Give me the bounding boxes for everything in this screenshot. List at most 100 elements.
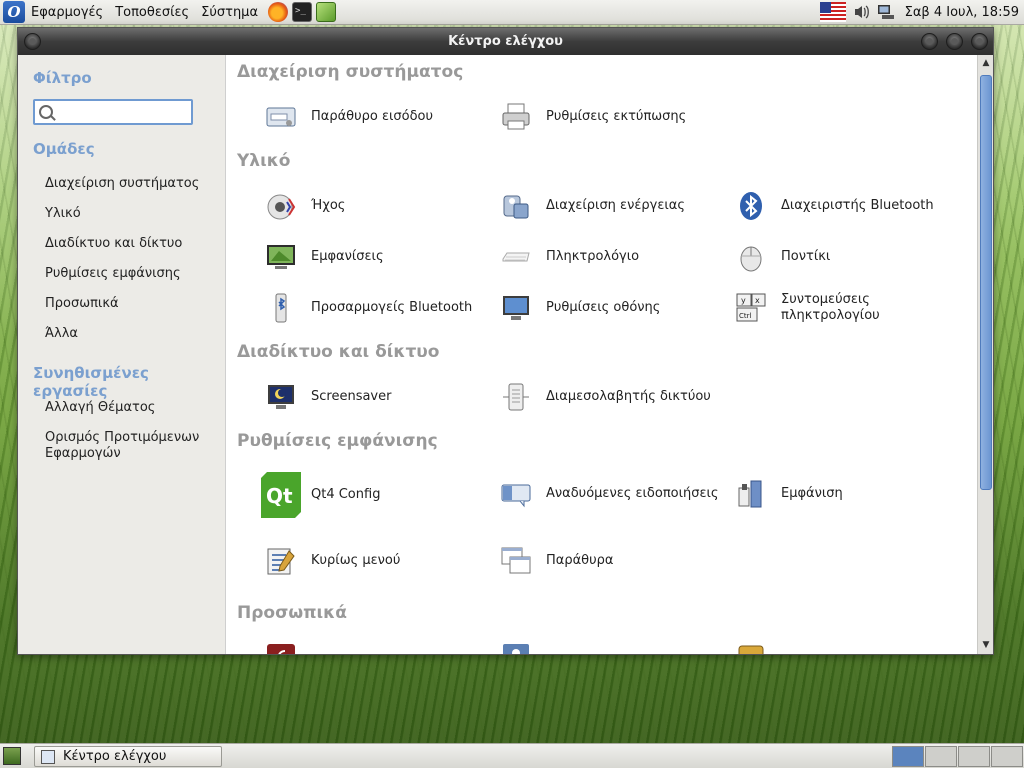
svg-text:x: x (755, 296, 760, 305)
printer-icon (500, 101, 532, 133)
launcher-label: Παράθυρο εισόδου (311, 109, 434, 124)
launcher-partial-2[interactable] (500, 638, 532, 654)
groups-heading: Ομάδες (33, 140, 95, 158)
launcher-label: Πληκτρολόγιο (546, 249, 640, 264)
sidebar-item-personal[interactable]: Προσωπικά (45, 296, 215, 312)
terminal-icon[interactable] (292, 2, 313, 22)
system-tray: Σαβ 4 Ιουλ, 18:59 (819, 0, 1024, 24)
launcher-label: Παράθυρα (546, 553, 614, 568)
scrollbar-thumb[interactable] (980, 75, 992, 490)
keyboard-layout-flag-icon[interactable] (819, 2, 846, 22)
task-preferred-applications[interactable]: Ορισμός Προτιμόμενων Εφαρμογών (45, 430, 215, 462)
launcher-label: Ποντίκι (781, 249, 831, 264)
scroll-up-arrow-icon[interactable]: ▲ (978, 55, 994, 71)
power-management-icon (500, 190, 532, 222)
launcher-label: Εμφανίσεις (311, 249, 384, 264)
show-desktop-icon[interactable] (3, 747, 21, 765)
sidebar-item-system-administration[interactable]: Διαχείριση συστήματος (45, 176, 215, 192)
window-menu-button[interactable] (24, 33, 41, 50)
assistive-technologies-icon (735, 642, 767, 654)
bottom-panel: Κέντρο ελέγχου (0, 743, 1024, 768)
launcher-label: Διαχείριση ενέργειας (546, 198, 685, 213)
launcher-popup-notifications[interactable]: Αναδυόμενες ειδοποιήσεις (500, 474, 719, 514)
section-system-administration: Διαχείριση συστήματος (237, 62, 464, 82)
sidebar: Φίλτρο Ομάδες Διαχείριση συστήματος Υλικ… (18, 55, 225, 654)
filter-heading: Φίλτρο (33, 69, 92, 87)
launcher-print-settings[interactable]: Ρυθμίσεις εκτύπωσης (500, 97, 686, 137)
launcher-label: Διαμεσολαβητής δικτύου (546, 389, 711, 404)
firefox-icon[interactable] (268, 2, 289, 22)
control-center-task-icon (41, 749, 55, 764)
workspace-4[interactable] (991, 746, 1023, 767)
menu-applications[interactable]: Εφαρμογές (25, 5, 109, 20)
workspace-3[interactable] (958, 746, 990, 767)
close-button[interactable] (971, 33, 988, 50)
content-scrollbar[interactable]: ▲ ▼ (977, 55, 993, 654)
launcher-windows[interactable]: Παράθυρα (500, 541, 613, 581)
maximize-button[interactable] (946, 33, 963, 50)
sidebar-item-hardware[interactable]: Υλικό (45, 206, 215, 222)
launcher-sound[interactable]: Ήχος (265, 186, 345, 226)
flash-icon (265, 642, 297, 654)
menu-places[interactable]: Τοποθεσίες (109, 5, 195, 20)
appearance-icon (735, 478, 767, 510)
launcher-displays[interactable]: Εμφανίσεις (265, 237, 384, 277)
sidebar-item-look-and-feel[interactable]: Ρυθμίσεις εμφάνισης (45, 266, 215, 282)
windows-icon (500, 545, 532, 577)
launcher-main-menu[interactable]: Κυρίως μενού (265, 541, 400, 581)
launcher-label: Qt4 Config (311, 487, 381, 502)
section-hardware: Υλικό (237, 151, 291, 171)
workspace-1[interactable] (892, 746, 924, 767)
launcher-screensaver[interactable]: Screensaver (265, 377, 391, 417)
taskbar-window-label: Κέντρο ελέγχου (63, 749, 167, 764)
network-proxy-icon (500, 381, 532, 413)
section-look-and-feel: Ρυθμίσεις εμφάνισης (237, 431, 438, 451)
launcher-partial-3[interactable] (735, 638, 767, 654)
launcher-network-proxy[interactable]: Διαμεσολαβητής δικτύου (500, 377, 711, 417)
clock[interactable]: Σαβ 4 Ιουλ, 18:59 (900, 5, 1024, 20)
launcher-bluetooth-manager[interactable]: Διαχειριστής Bluetooth (735, 186, 934, 226)
launcher-power-management[interactable]: Διαχείριση ενέργειας (500, 186, 685, 226)
window-title: Κέντρο ελέγχου (448, 34, 563, 49)
launcher-qt4-config[interactable]: Qt Qt4 Config (261, 470, 380, 520)
launcher-appearance[interactable]: Εμφάνιση (735, 474, 843, 514)
network-icon[interactable] (876, 3, 896, 21)
sidebar-item-other[interactable]: Άλλα (45, 326, 215, 342)
main-menu-logo-icon[interactable]: O (3, 1, 25, 23)
window-titlebar[interactable]: Κέντρο ελέγχου (18, 28, 993, 55)
displays-icon (265, 241, 297, 273)
common-tasks-heading: Συνηθισμένες εργασίες (33, 364, 149, 400)
text-editor-icon[interactable] (316, 2, 337, 22)
main-menu-icon (265, 545, 297, 577)
minimize-button[interactable] (921, 33, 938, 50)
launcher-screen-settings[interactable]: Ρυθμίσεις οθόνης (500, 288, 660, 328)
sidebar-item-internet-network[interactable]: Διαδίκτυο και δίκτυο (45, 236, 215, 252)
filter-search-input[interactable] (33, 99, 193, 125)
taskbar-window-button[interactable]: Κέντρο ελέγχου (34, 746, 222, 767)
launcher-keyboard-shortcuts[interactable]: y x Ctrl Συντομεύσεις πληκτρολογίου (735, 288, 891, 328)
about-me-icon (500, 642, 532, 654)
keyboard-icon (500, 241, 532, 273)
control-center-content: Διαχείριση συστήματος Παράθυρο εισόδου Ρ… (225, 55, 977, 654)
qt-icon: Qt (261, 472, 301, 518)
bluetooth-adapter-icon (265, 292, 297, 324)
sound-icon (265, 190, 297, 222)
launcher-mouse[interactable]: Ποντίκι (735, 237, 830, 277)
bluetooth-icon (735, 190, 767, 222)
menu-system[interactable]: Σύστημα (195, 5, 264, 20)
section-internet-network: Διαδίκτυο και δίκτυο (237, 342, 440, 362)
svg-text:Qt: Qt (266, 484, 293, 508)
mouse-icon (735, 241, 767, 273)
workspace-2[interactable] (925, 746, 957, 767)
svg-text:y: y (741, 296, 746, 305)
launcher-bluetooth-adapters[interactable]: Προσαρμογείς Bluetooth (265, 288, 472, 328)
task-change-theme[interactable]: Αλλαγή Θέματος (45, 400, 215, 416)
launcher-partial-1[interactable] (265, 638, 297, 654)
launcher-keyboard[interactable]: Πληκτρολόγιο (500, 237, 639, 277)
launcher-label: Διαχειριστής Bluetooth (781, 198, 934, 213)
volume-icon[interactable] (852, 3, 872, 21)
launcher-label: Ρυθμίσεις οθόνης (546, 300, 661, 315)
launcher-label: Screensaver (311, 389, 392, 404)
scroll-down-arrow-icon[interactable]: ▼ (978, 637, 994, 653)
launcher-login-window[interactable]: Παράθυρο εισόδου (265, 97, 433, 137)
